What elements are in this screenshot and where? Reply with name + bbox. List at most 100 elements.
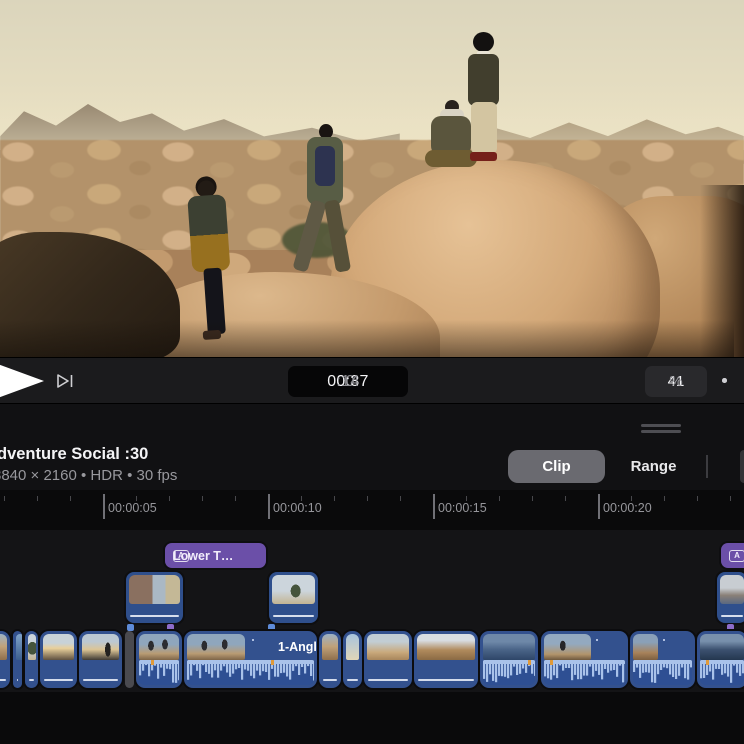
clip-bottom-line	[273, 615, 314, 617]
ruler-minor-tick	[4, 496, 5, 501]
connector-dot	[167, 624, 174, 631]
clip-thumbnail	[322, 634, 338, 660]
clip-thumbnail	[700, 634, 744, 660]
video-preview[interactable]	[0, 0, 744, 358]
tab-range[interactable]: Range	[605, 450, 702, 483]
connected-clip[interactable]	[717, 572, 744, 623]
clip-waveform-area	[700, 660, 744, 685]
clip-bottom-line	[418, 679, 474, 682]
video-clip[interactable]	[13, 631, 22, 688]
ruler-time-label: 00:00:10	[273, 501, 322, 515]
clip-bottom-line	[44, 679, 73, 682]
ruler-minor-tick	[70, 496, 71, 501]
scene-vignette	[0, 320, 734, 358]
audio-video-clip[interactable]	[541, 631, 628, 688]
video-clip[interactable]	[414, 631, 478, 688]
timeline-bottom-area	[0, 692, 744, 744]
ruler-minor-tick	[367, 496, 368, 501]
clip-bottom-line	[0, 679, 6, 682]
ruler-major-tick	[103, 494, 105, 519]
title-clip[interactable]: ALower T…	[165, 543, 266, 568]
clip-waveform-area	[633, 660, 692, 685]
ruler-time-label: 00:00:05	[108, 501, 157, 515]
multicam-grid-icon	[663, 639, 682, 656]
final-cut-pro-window: 00:00:37:14 41 % dventure Social :30 384…	[0, 0, 744, 744]
ruler-minor-tick	[664, 496, 665, 501]
tab-partial[interactable]	[740, 450, 744, 483]
audio-waveform	[187, 660, 314, 685]
audio-video-clip[interactable]	[630, 631, 695, 688]
clip-thumbnail	[367, 634, 409, 660]
ruler-minor-tick	[730, 496, 731, 501]
audio-video-clip[interactable]	[136, 631, 182, 688]
connector-dot	[127, 624, 134, 631]
timecode-display[interactable]: 00:00:37:14	[288, 366, 408, 397]
tab-range-label: Range	[631, 458, 677, 475]
audio-video-clip[interactable]: 1-Angl…	[184, 631, 317, 688]
ruler-time-label: 00:00:15	[438, 501, 487, 515]
ruler-time-label: 00:00:20	[603, 501, 652, 515]
title-clip[interactable]: A	[721, 543, 744, 568]
video-clip[interactable]	[25, 631, 38, 688]
clip-thumbnail	[720, 575, 744, 604]
zoom-level-button[interactable]: 41 %	[645, 366, 707, 397]
title-clip-label: Lower T…	[173, 549, 233, 563]
multicam-grid-icon	[252, 639, 271, 656]
video-clip[interactable]	[343, 631, 362, 688]
clip-thumbnail	[483, 634, 535, 660]
ruler-major-tick	[268, 494, 270, 519]
clip-label: 1-Angl…	[278, 640, 317, 654]
ruler-minor-tick	[499, 496, 500, 501]
clip-bottom-line	[29, 679, 34, 682]
audio-video-clip[interactable]	[697, 631, 744, 688]
ruler-minor-tick	[202, 496, 203, 501]
connected-clip[interactable]	[126, 572, 183, 623]
connected-clip[interactable]	[269, 572, 318, 623]
clip-thumbnail	[82, 634, 119, 660]
clip-bottom-line	[17, 679, 18, 682]
audio-waveform	[483, 660, 535, 685]
audio-waveform	[139, 660, 179, 685]
timeline[interactable]: ALower T… A 1-Angl…	[0, 530, 744, 692]
video-clip[interactable]	[40, 631, 77, 688]
audio-video-clip[interactable]	[480, 631, 538, 688]
segment-divider	[706, 455, 708, 478]
clip-thumbnail	[0, 634, 7, 660]
audio-waveform	[544, 660, 625, 685]
video-clip[interactable]	[319, 631, 341, 688]
clip-thumbnail	[187, 634, 245, 660]
connector-dot	[727, 624, 734, 631]
ruler-minor-tick	[169, 496, 170, 501]
timecode-frames: :14	[336, 373, 359, 391]
project-specs: 3840 × 2160 • HDR • 30 fps	[0, 467, 177, 484]
project-title: dventure Social :30	[0, 445, 148, 464]
ruler-minor-tick	[697, 496, 698, 501]
ruler-major-tick	[598, 494, 600, 519]
clip-waveform-area	[139, 660, 179, 685]
video-clip[interactable]	[0, 631, 10, 688]
clip-thumbnail	[16, 634, 22, 660]
clip-bottom-line	[347, 679, 358, 682]
audio-waveform	[633, 660, 692, 685]
gap-clip[interactable]	[125, 631, 134, 688]
ruler-minor-tick	[400, 496, 401, 501]
video-clip[interactable]	[364, 631, 412, 688]
zoom-unit: %	[669, 373, 682, 390]
skip-forward-icon[interactable]	[55, 372, 77, 390]
clip-thumbnail	[43, 634, 74, 660]
more-options-icon[interactable]	[722, 378, 744, 384]
clip-thumbnail	[272, 575, 315, 604]
clip-thumbnail	[346, 634, 359, 660]
ruler-minor-tick	[565, 496, 566, 501]
timeline-ruler[interactable]: 00:00:05 00:00:10 00:00:15 00:00:20	[0, 490, 744, 530]
clip-bottom-line	[83, 679, 118, 682]
clip-bottom-line	[368, 679, 408, 682]
clip-thumbnail	[633, 634, 658, 660]
clip-waveform-area	[187, 660, 314, 685]
tab-clip[interactable]: Clip	[508, 450, 605, 483]
play-icon[interactable]	[0, 362, 44, 400]
clip-bottom-line	[323, 679, 337, 682]
video-clip[interactable]	[79, 631, 122, 688]
person-standing-top	[456, 32, 516, 168]
panel-drag-handle[interactable]	[641, 424, 681, 434]
